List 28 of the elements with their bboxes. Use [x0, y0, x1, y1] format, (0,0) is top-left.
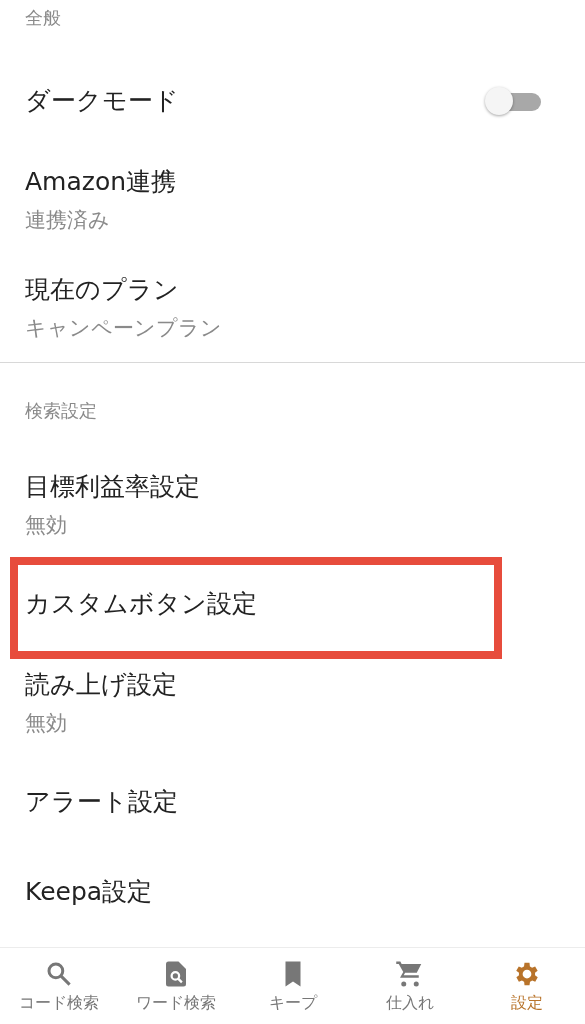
nav-tab[interactable]: キープ — [234, 948, 351, 1024]
item-subtitle: 連携済み — [25, 207, 111, 234]
item-title: 読み上げ設定 — [25, 669, 178, 701]
item-title: Amazon連携 — [25, 166, 178, 198]
item-subtitle: 無効 — [25, 512, 68, 539]
item-title: 目標利益率設定 — [25, 471, 201, 503]
item-title: Keepa設定 — [25, 876, 154, 908]
settings-item[interactable]: カスタムボタン設定 — [0, 559, 585, 649]
settings-item[interactable]: 現在のプラン キャンペーンプラン — [0, 254, 585, 362]
nav-tab[interactable]: 仕入れ — [351, 948, 468, 1024]
nav-tab[interactable]: 設定 — [468, 948, 585, 1024]
item-title: 現在のプラン — [25, 274, 180, 306]
item-title: カスタムボタン設定 — [25, 588, 258, 620]
section-header: 全般 — [24, 6, 62, 30]
section-header: 検索設定 — [24, 399, 98, 423]
item-subtitle: 無効 — [25, 710, 68, 737]
settings-item[interactable]: Amazon連携 連携済み — [0, 146, 585, 254]
item-title: アラート設定 — [25, 786, 179, 818]
settings-item[interactable]: アラート設定 — [0, 757, 585, 847]
item-title: ダークモード — [25, 85, 180, 117]
settings-item[interactable]: ダークモード — [0, 56, 585, 146]
item-subtitle: キャンペーンプラン — [25, 315, 223, 342]
settings-item[interactable]: 目標利益率設定 無効 — [0, 451, 585, 559]
toggle-switch[interactable] — [485, 87, 541, 115]
settings-item[interactable]: 読み上げ設定 無効 — [0, 649, 585, 757]
settings-item[interactable]: Keepa設定 — [0, 847, 585, 937]
nav-tab[interactable]: ワード検索 — [117, 948, 234, 1024]
nav-tab[interactable]: コード検索 — [0, 948, 117, 1024]
